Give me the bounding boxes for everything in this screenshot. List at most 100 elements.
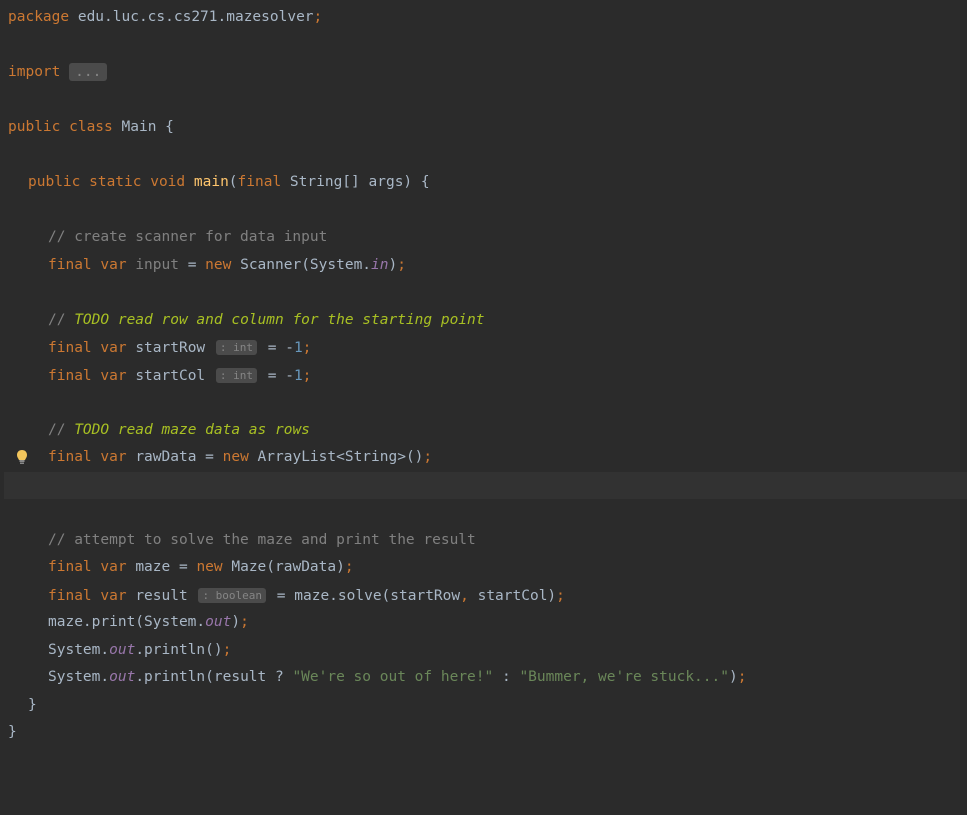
string-literal: "Bummer, we're stuck..." [519,669,729,685]
paren: ) [231,614,240,630]
keyword-var: var [100,367,135,383]
package-path: edu.luc.cs.cs271.mazesolver [69,9,313,25]
comment: // create scanner for data input [48,229,327,245]
code-line[interactable]: System.out.println(); [4,637,967,665]
semicolon: ; [345,559,354,575]
equals: = [170,559,196,575]
code-line-blank[interactable] [4,279,967,307]
keyword-final: final [48,449,100,465]
keyword-void: void [150,174,194,190]
var-name: startRow [135,340,205,356]
constructor-call: Scanner(System. [240,257,371,273]
string-literal: "We're so out of here!" [292,669,493,685]
lightbulb-icon[interactable] [15,449,29,465]
keyword-class: class [69,119,121,135]
type-hint: : boolean [198,588,266,603]
var-name: input [135,257,179,273]
code-content[interactable]: package edu.luc.cs.cs271.mazesolver; imp… [4,4,967,747]
folded-region[interactable]: ... [69,63,107,81]
code-line[interactable]: final var startCol : int = -1; [4,362,967,390]
comment-prefix: // [48,312,74,328]
method-call: maze.solve(startRow [294,587,460,603]
type-hint: : int [216,368,257,383]
code-line[interactable]: // TODO read row and column for the star… [4,307,967,335]
param-type: String[] [290,174,369,190]
type-hint: : int [216,340,257,355]
static-field: in [371,257,388,273]
code-line[interactable]: // attempt to solve the maze and print t… [4,527,967,555]
comment: // attempt to solve the maze and print t… [48,532,476,548]
code-line-blank[interactable] [4,142,967,170]
keyword-var: var [100,449,135,465]
keyword-var: var [100,559,135,575]
code-line[interactable]: final var startRow : int = -1; [4,334,967,362]
keyword-final: final [48,340,100,356]
static-field: out [205,614,231,630]
keyword-var: var [100,257,135,273]
code-line-blank[interactable] [4,197,967,225]
code-line[interactable]: final var rawData = new ArrayList<String… [4,444,967,472]
brace: } [28,697,37,713]
semicolon: ; [397,257,406,273]
code-line-blank[interactable] [4,32,967,60]
code-line[interactable]: // TODO read maze data as rows [4,417,967,445]
paren: ) [729,669,738,685]
brace: { [421,174,430,190]
code-line[interactable]: System.out.println(result ? "We're so ou… [4,664,967,692]
method-call: .println() [135,642,222,658]
var-name: rawData [135,449,196,465]
keyword-final: final [48,257,100,273]
code-line[interactable]: package edu.luc.cs.cs271.mazesolver; [4,4,967,32]
equals: = [268,587,294,603]
class-ref: System. [48,669,109,685]
arg: startCol) [478,587,557,603]
code-line[interactable]: } [4,692,967,720]
code-line[interactable]: // create scanner for data input [4,224,967,252]
keyword-final: final [48,367,100,383]
keyword-new: new [196,559,231,575]
method-call: maze.print(System. [48,614,205,630]
method-call: .println(result ? [135,669,292,685]
semicolon: ; [423,449,432,465]
semicolon: ; [223,642,232,658]
semicolon: ; [240,614,249,630]
var-name: result [135,587,187,603]
code-line[interactable]: } [4,719,967,747]
equals: = - [259,340,294,356]
code-line-blank[interactable] [4,389,967,417]
keyword-public: public [8,119,69,135]
comment-prefix: // [48,422,74,438]
class-ref: System. [48,642,109,658]
code-line[interactable]: maze.print(System.out); [4,609,967,637]
semicolon: ; [314,9,323,25]
brace: { [165,119,174,135]
equals: = - [259,367,294,383]
code-line[interactable]: import ... [4,59,967,87]
ternary-colon: : [493,669,519,685]
code-line-blank[interactable] [4,499,967,527]
keyword-var: var [100,340,135,356]
keyword-final: final [48,559,100,575]
paren: ) [403,174,420,190]
keyword-static: static [89,174,150,190]
paren: ) [389,257,398,273]
code-editor[interactable]: package edu.luc.cs.cs271.mazesolver; imp… [0,0,967,747]
todo-comment: TODO read row and column for the startin… [74,312,484,328]
code-line[interactable]: public class Main { [4,114,967,142]
equals: = [196,449,222,465]
keyword-package: package [8,9,69,25]
number-literal: 1 [294,367,303,383]
var-name: startCol [135,367,205,383]
method-name: main [194,174,229,190]
keyword-new: new [223,449,258,465]
code-line[interactable]: final var maze = new Maze(rawData); [4,554,967,582]
code-line[interactable]: final var input = new Scanner(System.in)… [4,252,967,280]
constructor-call: ArrayList<String>() [258,449,424,465]
code-line-blank[interactable] [4,87,967,115]
comma: , [460,587,477,603]
code-line[interactable]: final var result : boolean = maze.solve(… [4,582,967,610]
code-line-current[interactable] [4,472,967,500]
equals: = [179,257,205,273]
code-line[interactable]: public static void main(final String[] a… [4,169,967,197]
class-name: Main [122,119,166,135]
